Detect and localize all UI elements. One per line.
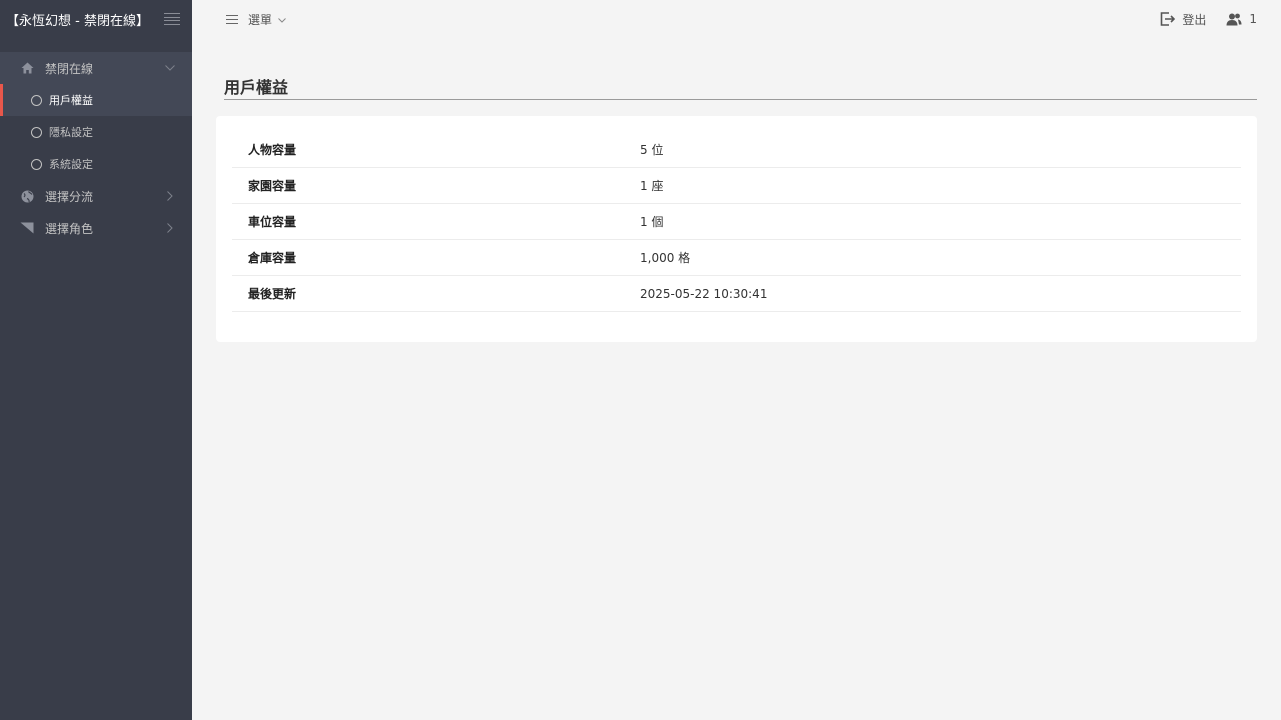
- online-users-button[interactable]: 1: [1226, 12, 1257, 26]
- sidebar-item-label: 系統設定: [49, 158, 93, 171]
- row-key: 車位容量: [248, 215, 297, 229]
- sidebar-item-user-rights[interactable]: 用戶權益: [0, 84, 192, 116]
- row-value: 1 個: [640, 215, 664, 229]
- chevron-down-icon: [164, 62, 176, 74]
- row-value: 2025-05-22 10:30:41: [640, 286, 768, 301]
- menu-group-label: 選擇分流: [45, 189, 94, 204]
- sidebar-toggle-icon[interactable]: [164, 13, 180, 25]
- menu-lines-icon: [226, 14, 238, 24]
- menu-group-role[interactable]: 選擇角色: [0, 212, 192, 244]
- menu-group-lockdown[interactable]: 禁閉在線: [0, 52, 192, 84]
- sidebar-item-privacy[interactable]: 隱私設定: [0, 116, 192, 148]
- sidebar-header: 【永恆幻想 - 禁閉在線】: [0, 0, 192, 38]
- sidebar-menu: 禁閉在線 用戶權益 隱私設定 系統設定 選擇分流 選擇角色: [0, 52, 192, 244]
- chevron-right-icon: [164, 190, 176, 202]
- row-value: 1,000 格: [640, 251, 691, 265]
- row-value: 5 位: [640, 143, 664, 157]
- top-menu-label: 選單: [248, 12, 273, 27]
- sidebar-item-system[interactable]: 系統設定: [0, 148, 192, 180]
- row-value: 1 座: [640, 179, 664, 193]
- circle-icon: [31, 126, 42, 138]
- row-key: 家園容量: [248, 179, 297, 193]
- sidebar-item-label: 隱私設定: [49, 126, 93, 139]
- users-icon: [1226, 13, 1242, 25]
- logout-button[interactable]: 登出: [1160, 11, 1206, 28]
- title-divider: [224, 99, 1257, 100]
- menu-group-branch[interactable]: 選擇分流: [0, 180, 192, 212]
- table-row: 車位容量 1 個: [232, 204, 1241, 240]
- top-bar: 選單 登出 1: [192, 0, 1281, 38]
- sidebar-item-label: 用戶權益: [49, 94, 93, 107]
- globe-icon: [20, 189, 34, 203]
- top-menu-dropdown[interactable]: 選單: [226, 11, 286, 28]
- sidebar: 【永恆幻想 - 禁閉在線】 禁閉在線 用戶權益 隱私設定 系統設定 選擇分流 選…: [0, 0, 192, 720]
- flag-icon: [20, 221, 34, 235]
- logout-label: 登出: [1182, 12, 1207, 27]
- menu-group-label: 禁閉在線: [45, 61, 94, 76]
- circle-icon: [31, 158, 42, 170]
- table-row: 倉庫容量 1,000 格: [232, 240, 1241, 276]
- home-icon: [20, 61, 34, 75]
- table-row: 最後更新 2025-05-22 10:30:41: [232, 276, 1241, 312]
- brand-title: 【永恆幻想 - 禁閉在線】: [6, 13, 149, 29]
- table-row: 家園容量 1 座: [232, 168, 1241, 204]
- row-key: 最後更新: [248, 287, 297, 301]
- top-right-actions: 登出 1: [1140, 11, 1257, 28]
- row-key: 人物容量: [248, 143, 297, 157]
- circle-icon: [31, 94, 42, 106]
- user-count: 1: [1249, 12, 1257, 26]
- chevron-right-icon: [164, 222, 176, 234]
- chevron-down-icon: [278, 12, 286, 26]
- logout-icon: [1161, 12, 1176, 26]
- menu-group-label: 選擇角色: [45, 221, 94, 236]
- page-title: 用戶權益: [224, 78, 289, 97]
- row-key: 倉庫容量: [248, 251, 297, 265]
- table-row: 人物容量 5 位: [232, 132, 1241, 168]
- rights-card: 人物容量 5 位 家園容量 1 座 車位容量 1 個 倉庫容量 1,000 格 …: [216, 116, 1257, 342]
